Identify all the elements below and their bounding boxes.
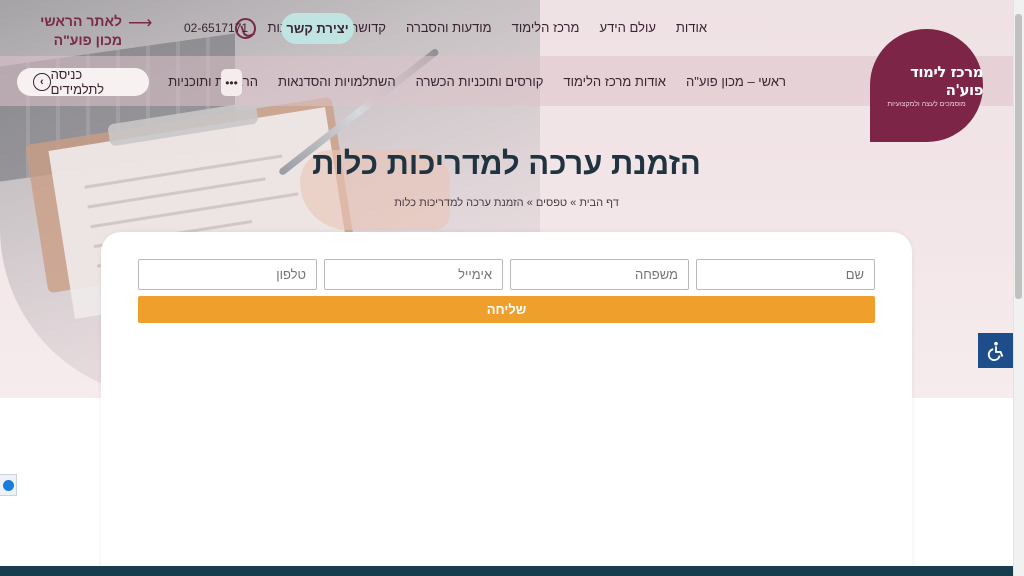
footer-strip: [0, 566, 1013, 576]
last-name-field[interactable]: [510, 259, 689, 290]
chat-icon[interactable]: [0, 474, 17, 496]
main-nav-workshops[interactable]: השתלמויות והסדנאות: [278, 74, 396, 89]
site-logo[interactable]: מרכז לימוד פוע'ה מוסמכים לעצה ולמקצועיות: [870, 29, 984, 142]
main-site-link[interactable]: לאתר הראשי מכון פוע"ה: [30, 12, 122, 50]
submit-button[interactable]: שליחה: [138, 296, 875, 323]
first-name-field[interactable]: [696, 259, 875, 290]
breadcrumb[interactable]: דף הבית » טפסים » הזמנת ערכה למדריכות כל…: [0, 197, 1013, 209]
phone-field[interactable]: [138, 259, 317, 290]
phone-number[interactable]: 02-6517171: [184, 21, 248, 35]
logo-title: מרכז לימוד פוע'ה: [910, 63, 983, 99]
top-nav-awareness[interactable]: מודעות והסברה: [406, 20, 492, 35]
main-nav: ראשי – מכון פוע"ה אודות מרכז הלימוד קורס…: [168, 74, 786, 89]
top-nav-knowledge[interactable]: עולם הידע: [600, 20, 656, 35]
main-nav-home[interactable]: ראשי – מכון פוע"ה: [686, 74, 786, 89]
logo-subtitle: מוסמכים לעצה ולמקצועיות: [887, 101, 966, 108]
form-fields-row: [138, 259, 875, 290]
wheelchair-icon[interactable]: [978, 333, 1013, 368]
page-scrollbar[interactable]: [1013, 0, 1024, 576]
top-nav-about[interactable]: אודות: [676, 20, 707, 35]
top-nav-learning-center[interactable]: מרכז הלימוד: [512, 20, 580, 35]
arrow-right-icon[interactable]: ⟶: [128, 13, 152, 33]
scrollbar-thumb[interactable]: [1015, 14, 1022, 299]
student-login-label: כניסה לתלמידים: [50, 67, 105, 97]
main-nav-lectures[interactable]: הרצאות ותוכניות: [168, 74, 258, 89]
top-header: אודות עולם הידע מרכז הלימוד מודעות והסבר…: [0, 0, 1013, 56]
contact-button[interactable]: יצירת קשר: [281, 13, 354, 44]
page-title: הזמנת ערכה למדריכות כלות: [312, 146, 701, 181]
main-nav-about-center[interactable]: אודות מרכז הלימוד: [563, 74, 666, 89]
student-login-button[interactable]: ‹ כניסה לתלמידים: [17, 67, 149, 97]
email-field[interactable]: [324, 259, 503, 290]
more-menu-button[interactable]: •••: [221, 69, 242, 96]
main-nav-courses[interactable]: קורסים ותוכניות הכשרה: [416, 74, 544, 89]
chevron-left-icon: ‹: [33, 73, 51, 91]
